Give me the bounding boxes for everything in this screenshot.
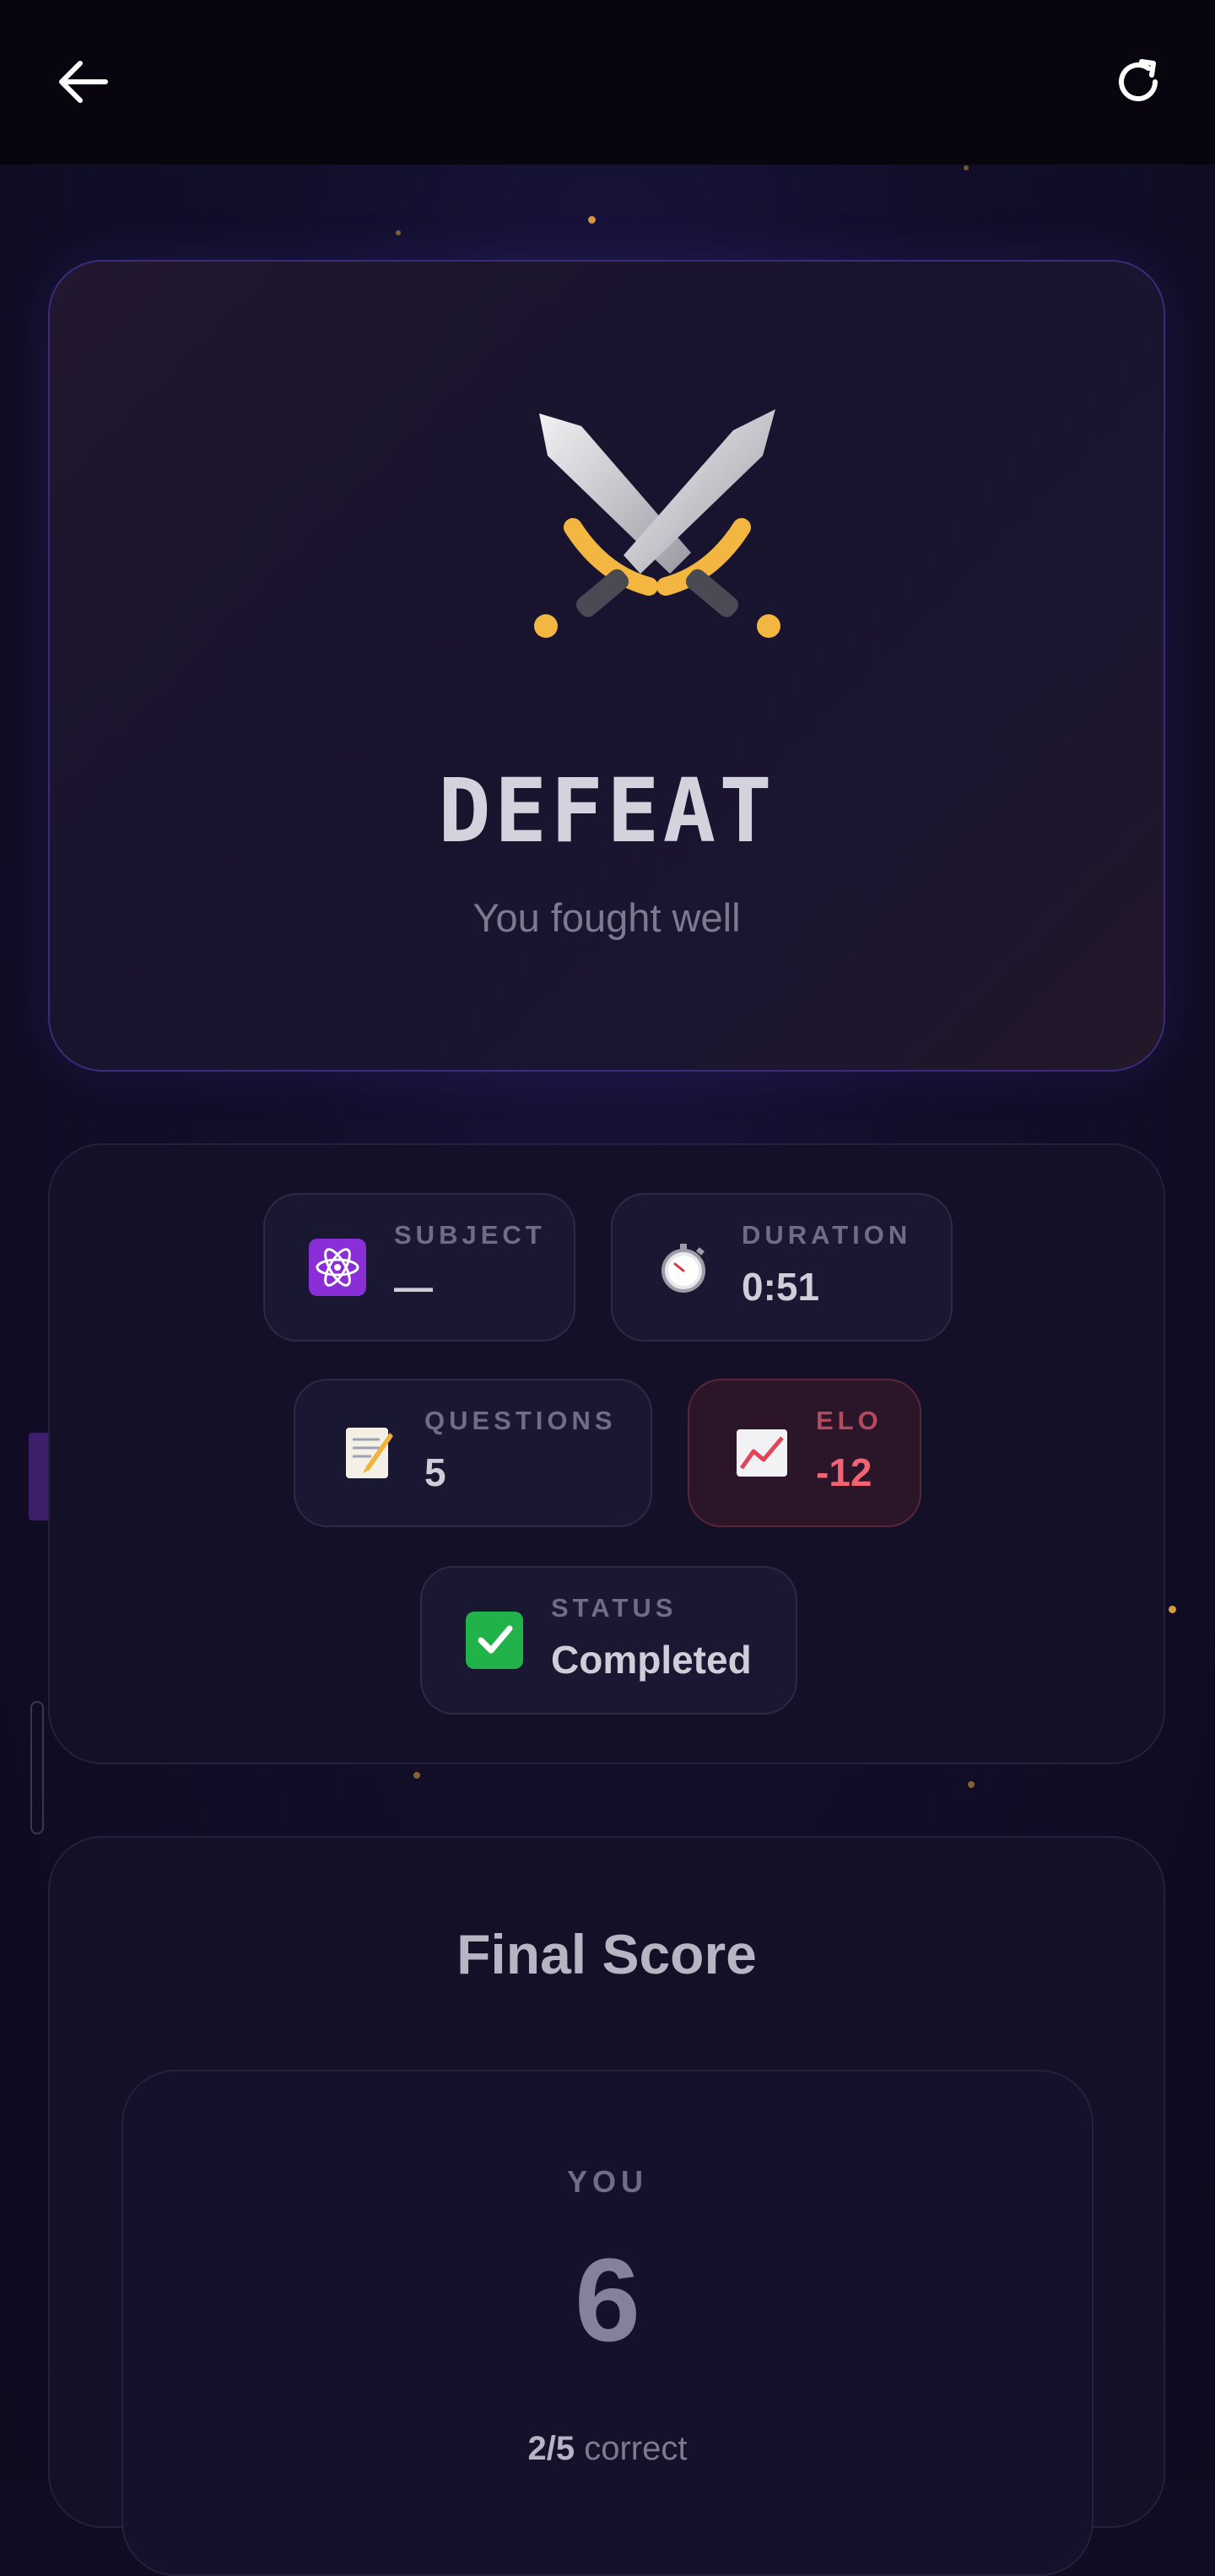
- stat-value: 5: [424, 1450, 446, 1494]
- stat-duration: DURATION 0:51: [611, 1193, 953, 1342]
- refresh-button[interactable]: [1100, 44, 1176, 120]
- side-drawer-tab[interactable]: [29, 1433, 49, 1520]
- top-bar: [0, 0, 1215, 165]
- player-score-panel: YOU 6 2/5 correct: [122, 2070, 1094, 2576]
- result-subtitle: You fought well: [472, 895, 741, 940]
- crossed-swords-icon: [534, 409, 780, 638]
- stat-status: STATUS Completed: [420, 1566, 797, 1715]
- sparkle: [413, 1772, 420, 1779]
- result-title: DEFEAT: [438, 759, 775, 862]
- back-button[interactable]: [45, 44, 121, 120]
- stat-label: STATUS: [551, 1593, 678, 1623]
- final-score-title: Final Score: [456, 1923, 757, 1985]
- correct-suffix: correct: [584, 2430, 688, 2467]
- sparkle: [964, 165, 969, 170]
- correct-summary: 2/5 correct: [123, 2430, 1092, 2468]
- arrow-left-icon: [59, 61, 108, 103]
- atom-icon: [309, 1239, 366, 1296]
- check-mark-icon: [466, 1612, 523, 1669]
- stat-value: Completed: [551, 1638, 752, 1682]
- stat-questions: QUESTIONS 5: [294, 1379, 652, 1527]
- stopwatch-icon: [656, 1239, 714, 1296]
- stat-label: ELO: [816, 1406, 883, 1435]
- memo-icon: [339, 1424, 397, 1482]
- stat-value: —: [394, 1265, 433, 1309]
- stat-label: DURATION: [742, 1220, 912, 1250]
- chart-increasing-icon: [733, 1424, 791, 1482]
- scrollbar-thumb[interactable]: [30, 1701, 44, 1834]
- refresh-icon: [1119, 59, 1158, 101]
- player-label: YOU: [566, 2164, 648, 2199]
- stat-value: 0:51: [742, 1265, 820, 1309]
- stat-elo: ELO -12: [688, 1379, 921, 1527]
- sparkle: [1169, 1606, 1176, 1613]
- match-stats-card: SUBJECT — DURATION 0:51 QUESTIONS 5 ELO …: [48, 1143, 1165, 1764]
- sparkle: [588, 216, 596, 224]
- final-score-card: Final Score YOU 6 2/5 correct: [48, 1836, 1165, 2576]
- elo-change-value: -12: [816, 1450, 872, 1494]
- result-card: DEFEAT You fought well: [48, 260, 1165, 1072]
- correct-count: 2/5: [527, 2430, 575, 2467]
- stat-label: QUESTIONS: [424, 1406, 617, 1435]
- sparkle: [968, 1781, 975, 1788]
- stat-subject: SUBJECT —: [263, 1193, 575, 1342]
- player-score: 6: [575, 2233, 640, 2366]
- stat-label: SUBJECT: [394, 1220, 546, 1250]
- sparkle: [396, 230, 401, 235]
